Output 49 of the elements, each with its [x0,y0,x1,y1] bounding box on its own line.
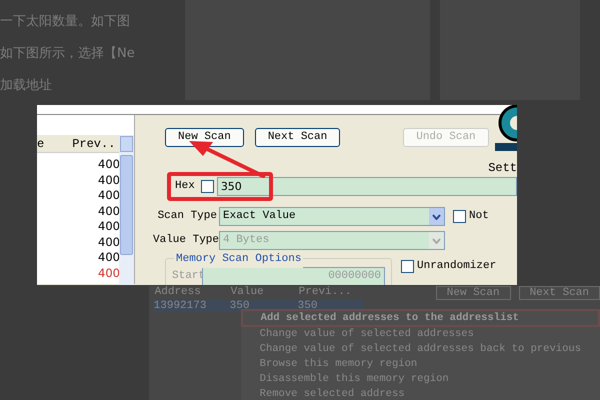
scan-button[interactable]: New Scan [165,128,244,147]
scan-button[interactable]: New Scan [436,286,511,300]
value-cell-text: 400 [98,266,121,281]
dropdown-value: Exact Value [223,209,296,224]
start-label: Start [172,269,202,284]
unrandomizer-checkbox[interactable] [401,260,414,273]
column-header: Previ... [298,286,352,300]
menu-item[interactable]: Browse this memory region [240,357,600,372]
not-label: Not [469,209,489,224]
table-cell-text: 350 [230,300,250,312]
menu-item[interactable]: Remove selected address [240,387,600,400]
value-cell-text: 400 [98,219,121,234]
value-cell-text: 400 [98,204,121,219]
value-cell-text: 400 [98,157,121,172]
dropdown-value: 4 Bytes [223,233,270,248]
unrandomizer-label: Unrandomizer [417,259,496,274]
menu-item[interactable]: Disassemble this memory region [240,372,600,387]
hex-checkbox[interactable] [200,180,214,193]
menu-item[interactable]: Add selected addresses to the addresslist [240,309,600,327]
menu-item[interactable]: Change value of selected addresses back to previous [240,342,600,357]
scrollbar[interactable] [119,135,134,285]
article-text: 加载地址 [0,77,53,95]
article-text: 如下图所示，选择【Ne [0,45,136,63]
settings-label: Sett [488,160,517,177]
value-cell-text: 400 [98,250,121,266]
scrollbar-thumb[interactable] [120,155,133,255]
column-header: Value [230,286,265,300]
caret-icon [429,208,444,225]
scan-button[interactable]: Next Scan [518,286,600,300]
table-cell-text: 350 [298,300,318,312]
value-cell-text: 400 [98,188,121,204]
table-cell-text: 13992173 [154,300,208,312]
value-field[interactable]: 350 [216,177,517,196]
not-checkbox[interactable] [453,210,466,223]
start-field[interactable]: 00000000 [202,267,385,285]
group-title: Memory Scan Options [174,251,304,268]
value-cell-text: 400 [98,234,121,250]
field-label: Scan Type [156,209,217,224]
menu-item[interactable]: Change value of selected addresses [240,327,600,342]
caret-icon [429,232,444,249]
column-header: e [37,136,44,152]
column-header: Prev.. [72,136,116,152]
scan-button[interactable]: Next Scan [254,128,340,147]
dropdown[interactable]: Exact Value [219,207,445,226]
article-text: 一下太阳数量。如下图 [0,13,131,31]
hex-label: Hex [175,179,195,194]
value-cell-text: 400 [98,172,121,188]
field-label: Value Type [153,233,217,248]
column-header: Address [154,286,202,300]
